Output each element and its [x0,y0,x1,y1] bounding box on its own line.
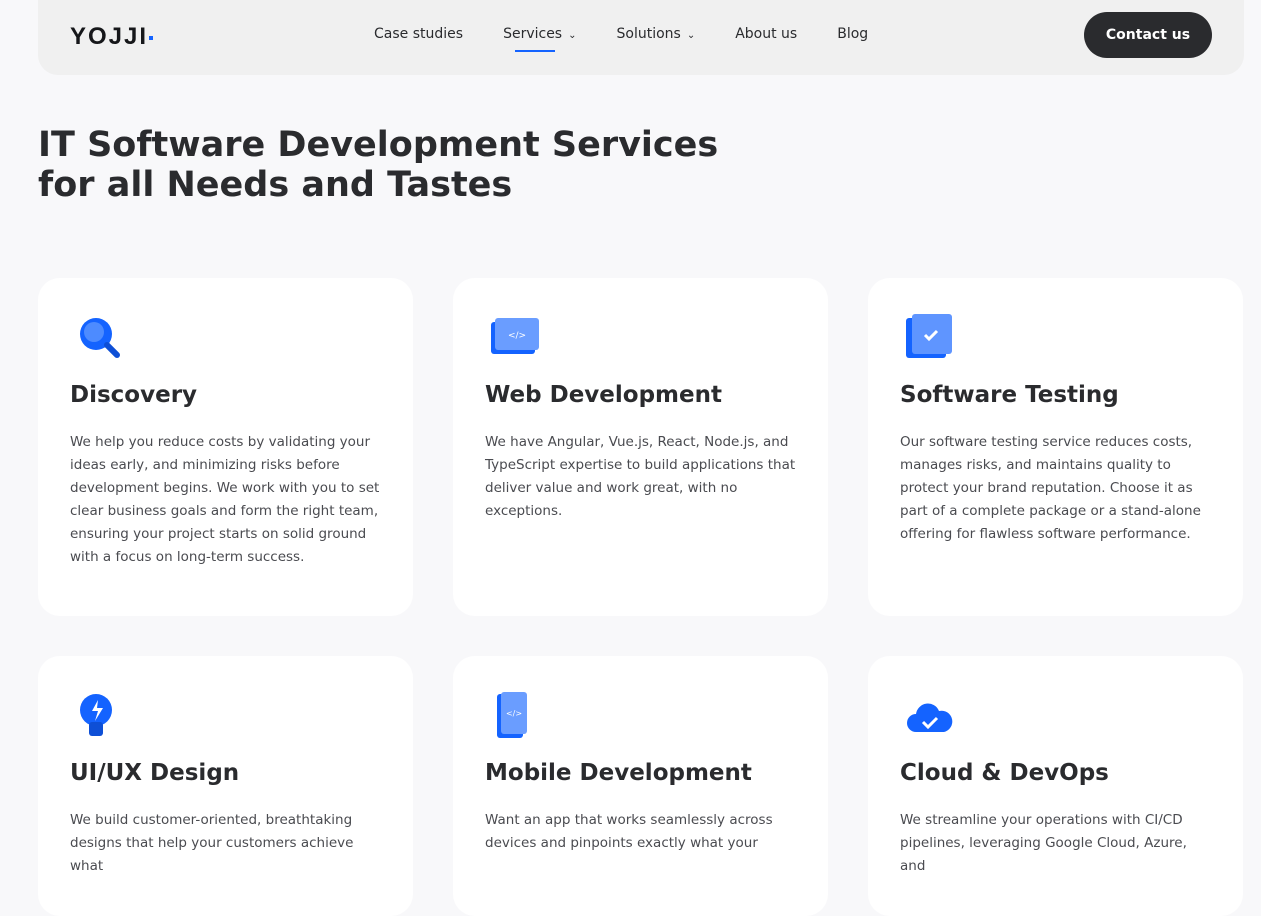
nav-about-us[interactable]: About us [735,26,797,42]
card-text: We build customer-oriented, breathtaking… [70,812,354,874]
nav-label: Blog [837,26,869,42]
chevron-down-icon: ⌄ [686,30,696,41]
mobile-code-icon: </> [497,692,527,738]
nav-solutions[interactable]: Solutions ⌄ [617,26,696,42]
chevron-down-icon: ⌄ [568,30,577,41]
contact-us-button[interactable]: Contact us [1084,12,1212,58]
logo-text: YOJJI [70,23,149,50]
card-text: Our software testing service reduces cos… [900,434,1201,542]
service-card-discovery[interactable]: Discovery We help you reduce costs by va… [38,278,413,616]
card-title: Mobile Development [485,760,752,786]
nav-label: Services [503,26,563,42]
card-title: Web Development [485,382,722,408]
card-text: Want an app that works seamlessly across… [485,812,773,851]
service-card-mobile-development[interactable]: </> Mobile Development Want an app that … [453,656,828,916]
checkbox-icon [906,314,952,358]
cloud-check-icon [907,703,953,732]
card-title: UI/UX Design [70,760,240,786]
nav-label: About us [735,26,798,42]
title-line-2: for all Needs and Tastes [38,165,513,205]
card-title: Software Testing [900,382,1119,408]
nav-case-studies[interactable]: Case studies [374,26,463,42]
service-card-web-development[interactable]: </> Web Development We have Angular, Vue… [453,278,828,616]
nav-label: Solutions [616,26,681,42]
site-header: YOJJI Case studies Services ⌄ Solutions ⌄ … [38,0,1244,75]
svg-text:</>: </> [506,709,522,718]
svg-text:</>: </> [508,331,526,341]
service-card-software-testing[interactable]: Software Testing Our software testing se… [868,278,1243,616]
logo[interactable]: YOJJI [70,23,154,51]
nav-blog[interactable]: Blog [837,26,868,42]
card-title: Cloud & DevOps [900,760,1109,786]
service-card-cloud-devops[interactable]: Cloud & DevOps We streamline your operat… [868,656,1243,916]
page-title: IT Software Development Services for all … [38,125,718,205]
magnifier-icon [80,318,120,358]
card-title: Discovery [70,382,198,408]
card-text: We streamline your operations with CI/CD… [900,812,1187,874]
title-line-1: IT Software Development Services [38,125,719,165]
card-text: We have Angular, Vue.js, React, Node.js,… [485,434,796,519]
card-text: We help you reduce costs by validating y… [70,434,380,565]
main-nav: Case studies Services ⌄ Solutions ⌄ About … [374,26,868,52]
nav-label: Case studies [374,26,464,42]
logo-dot [149,35,154,40]
lightbulb-icon [80,694,112,736]
code-window-icon: </> [491,318,539,354]
service-card-ui-ux-design[interactable]: UI/UX Design We build customer-oriented,… [38,656,413,916]
nav-services[interactable]: Services ⌄ [503,26,577,52]
